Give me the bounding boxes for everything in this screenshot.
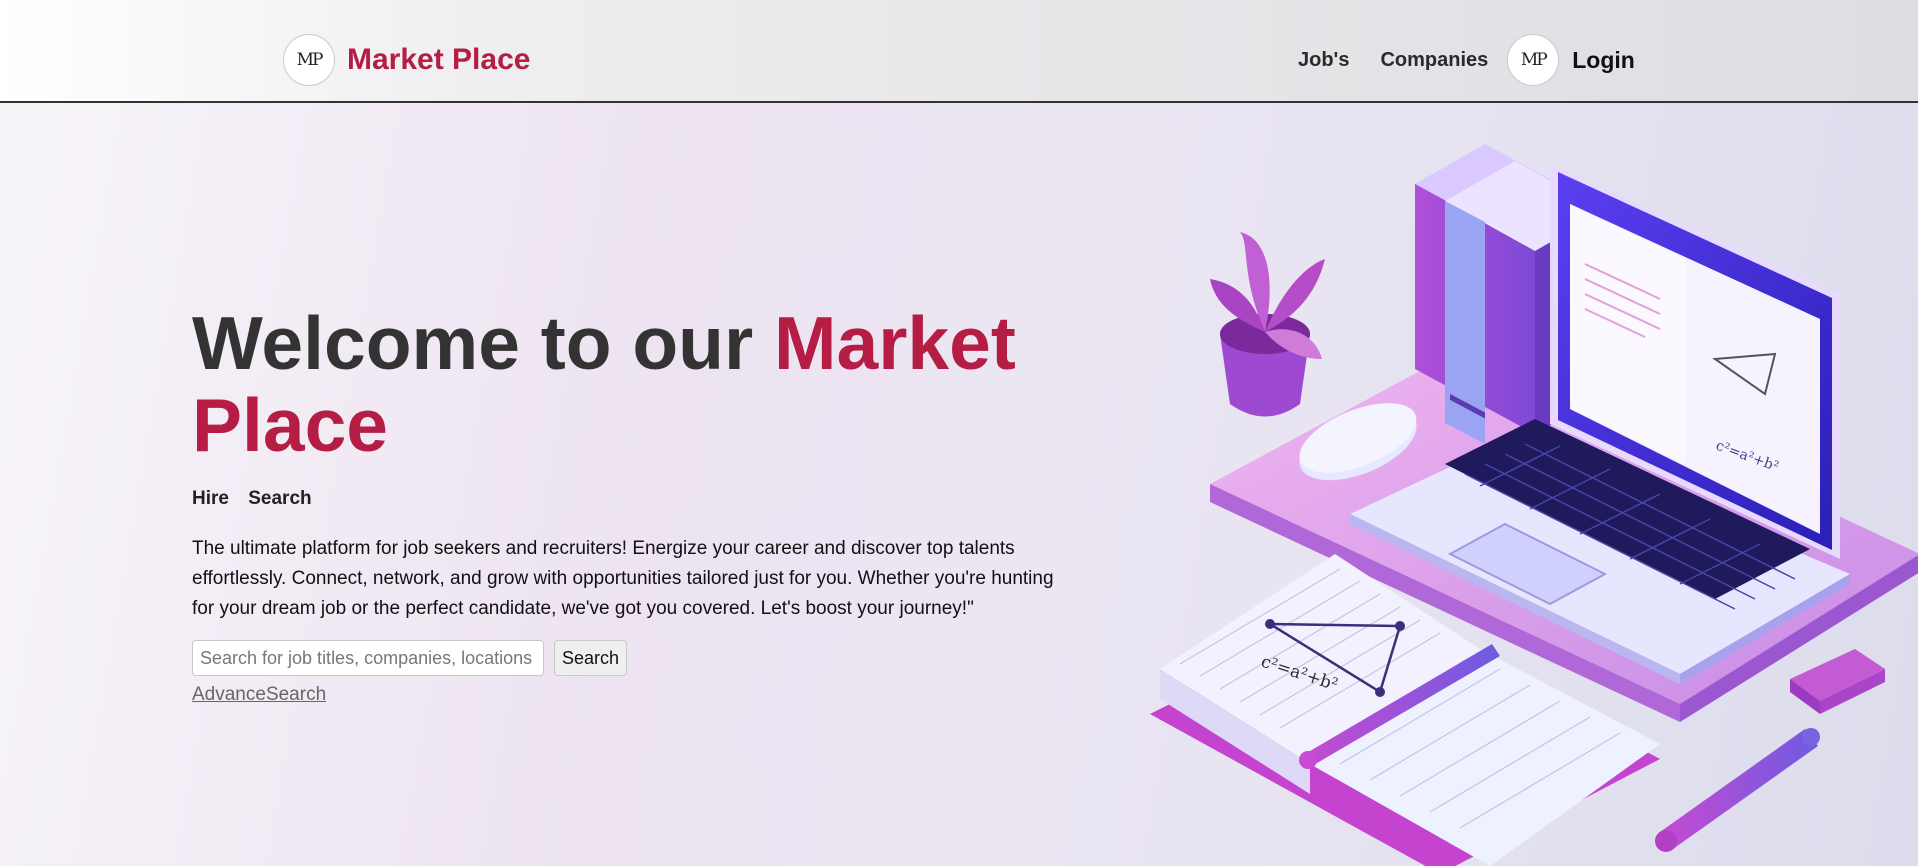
hero-tags: Hire Search (192, 488, 1072, 510)
nav-link-jobs[interactable]: Job's (1298, 49, 1349, 72)
avatar-text: MP (1520, 50, 1548, 70)
nav-link-companies[interactable]: Companies (1380, 49, 1488, 72)
eraser-icon (1790, 649, 1885, 714)
search-bar: Search (192, 640, 1072, 676)
navbar: MP Market Place Job's Companies MP Login (0, 0, 1918, 103)
advance-search-link[interactable]: AdvanceSearch (192, 684, 326, 706)
search-input[interactable] (192, 640, 544, 676)
login-link[interactable]: Login (1572, 47, 1635, 74)
highlighter-icon (1655, 728, 1820, 852)
hero-headline: Welcome to our Market Place (192, 302, 1072, 466)
tag-search: Search (248, 488, 312, 509)
tag-hire: Hire (192, 488, 229, 509)
hero-illustration: c²=a²+b² c²=a²+b² (1150, 144, 1918, 866)
search-button[interactable]: Search (554, 640, 628, 676)
hero-description: The ultimate platform for job seekers an… (192, 538, 1054, 619)
headline-text: Welcome to our (192, 301, 775, 385)
nav-menu: Job's Companies MP Login (1298, 34, 1635, 86)
hero-section: Welcome to our Market Place Hire Search … (192, 302, 1072, 706)
logo[interactable]: MP (283, 34, 335, 86)
brand-name[interactable]: Market Place (347, 43, 530, 77)
user-avatar[interactable]: MP (1507, 34, 1560, 86)
plant-icon (1210, 232, 1325, 417)
brand[interactable]: MP Market Place (283, 34, 530, 86)
logo-text: MP (296, 50, 324, 70)
